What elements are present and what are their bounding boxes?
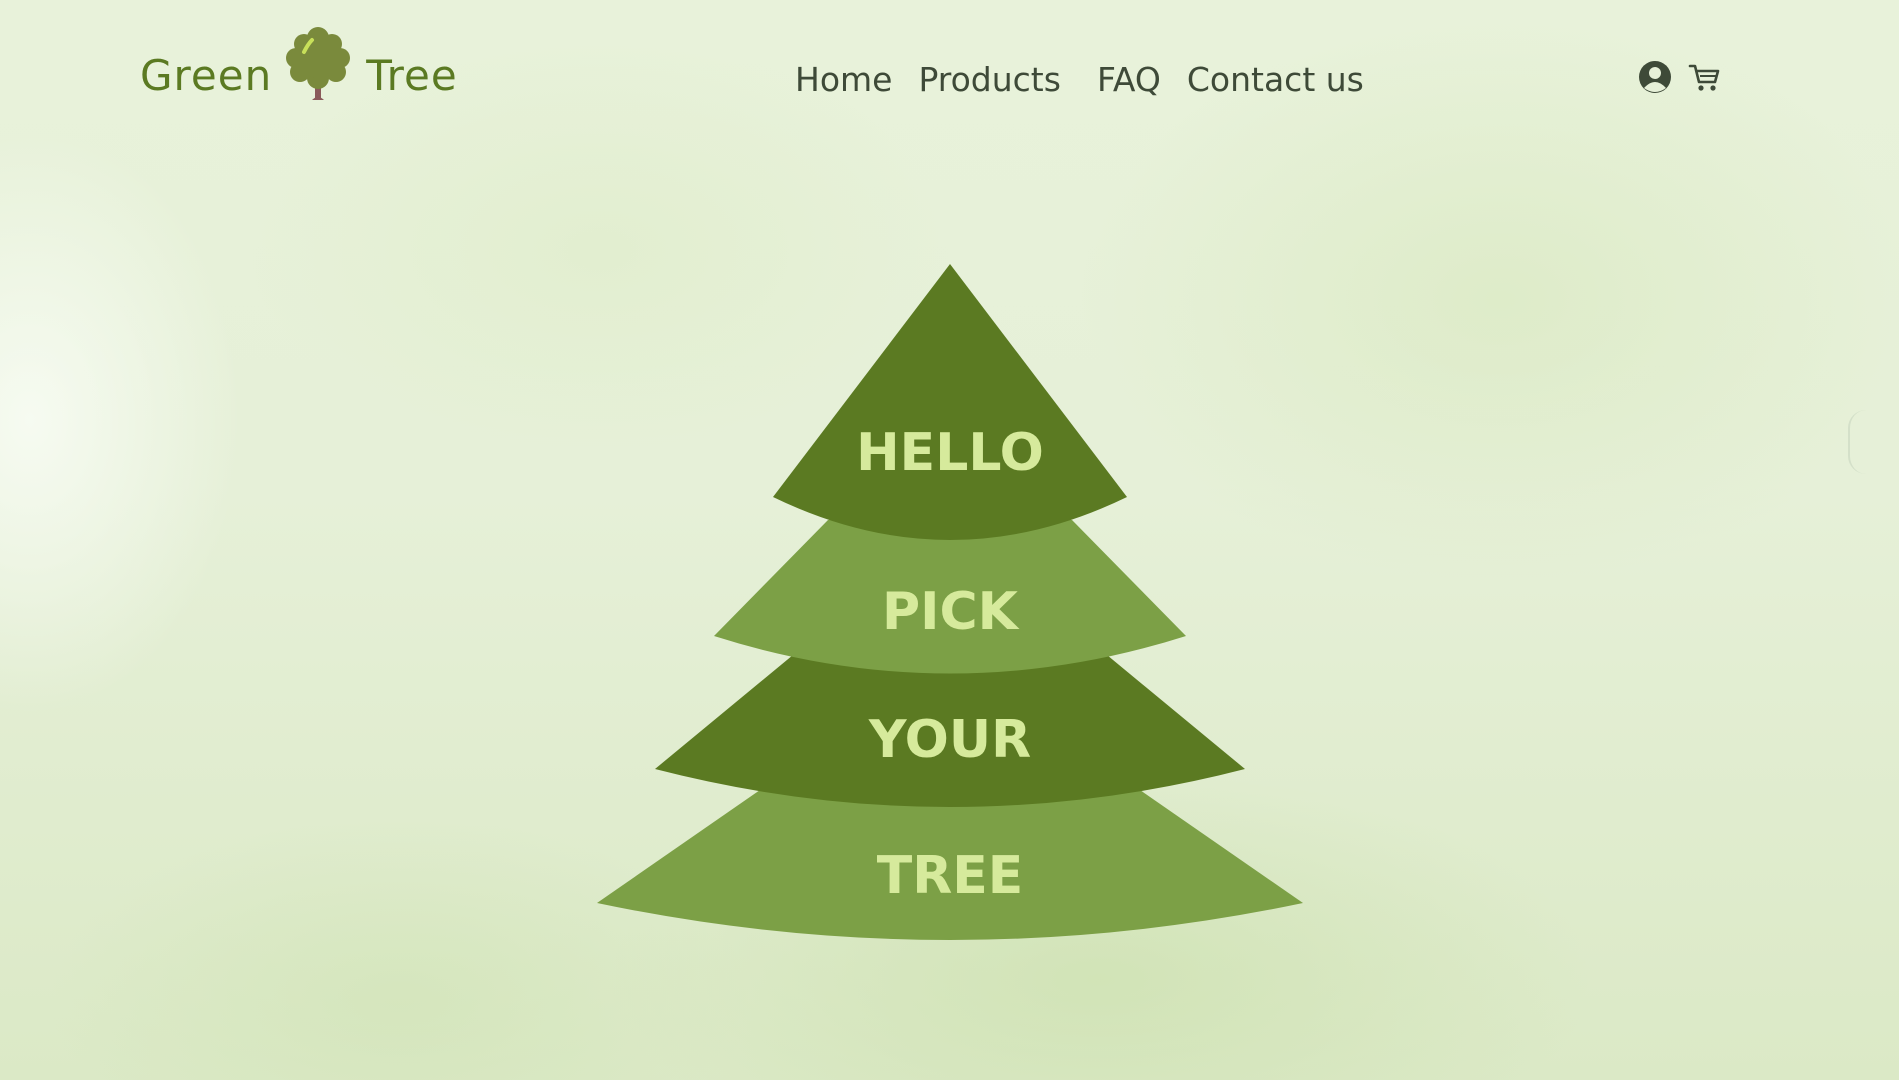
hero-tree-graphic: HELLO PICK YOUR TREE [597,264,1303,940]
tree-label-pick: PICK [882,582,1020,642]
tree-label-tree: TREE [877,846,1024,906]
tree-tier-1 [773,264,1127,540]
tree-label-your: YOUR [868,710,1031,770]
side-scroll-tab[interactable] [1848,410,1870,474]
tree-label-hello: HELLO [856,423,1044,483]
